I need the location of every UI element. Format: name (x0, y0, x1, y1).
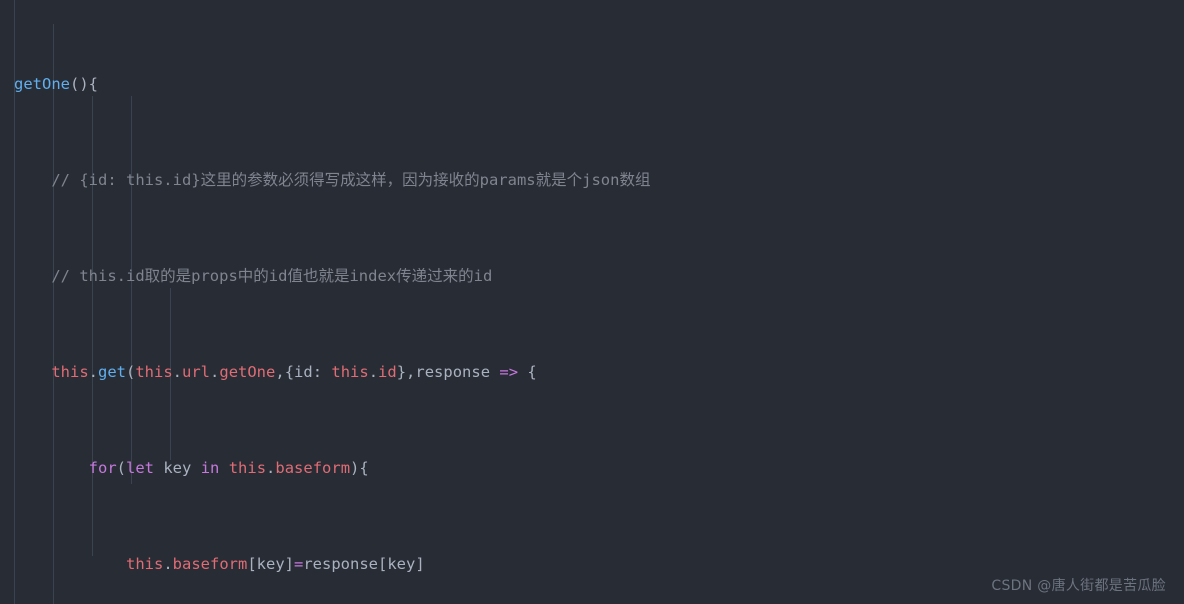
token-punctuation: ( (126, 363, 136, 381)
token-punctuation: }, (396, 363, 416, 381)
token-punctuation: ( (116, 459, 126, 477)
token-variable: this (135, 363, 173, 381)
code-line[interactable]: // this.id取的是props中的id值也就是index传递过来的id (0, 264, 1184, 288)
token-variable: this (228, 459, 267, 477)
token-variable: key (387, 555, 416, 573)
token-punctuation: [ (378, 555, 388, 573)
token-variable: key (256, 555, 285, 573)
token-variable: response (303, 555, 378, 573)
token-function: getOne (14, 75, 70, 93)
token-comment: // {id: this.id}这里的参数必须得写成这样，因为接收的params… (51, 171, 651, 189)
token-punctuation: . (368, 363, 379, 381)
token-variable: this (51, 363, 89, 381)
code-line[interactable]: for(let key in this.baseform){ (0, 456, 1184, 480)
token-variable: key (163, 459, 192, 477)
code-line[interactable]: this.baseform[key]=response[key] (0, 552, 1184, 576)
token-variable: this (125, 555, 164, 573)
token-comment: // this.id取的是props中的id值也就是index传递过来的id (51, 267, 493, 285)
token-punctuation: { (518, 363, 537, 381)
token-keyword: let (126, 459, 154, 477)
token-punctuation: [ (247, 555, 257, 573)
token-property: baseform (275, 459, 351, 477)
token-punctuation: . (163, 555, 173, 573)
token-property: baseform (172, 555, 248, 573)
token-parameter: response (415, 363, 491, 381)
token-punctuation: ] (284, 555, 294, 573)
code-line[interactable]: // {id: this.id}这里的参数必须得写成这样，因为接收的params… (0, 168, 1184, 192)
token-property: getOne (219, 363, 276, 381)
code-line[interactable]: getOne(){ (0, 72, 1184, 96)
token-keyword: in (200, 459, 220, 477)
token-operator: => (499, 363, 519, 381)
token-punctuation: . (266, 459, 276, 477)
token-key: id (294, 363, 313, 381)
token-punctuation: : (312, 363, 332, 381)
token-punctuation: (){ (70, 75, 98, 93)
token-method: get (98, 363, 126, 381)
csdn-watermark: CSDN @唐人街都是苦瓜脸 (991, 578, 1166, 594)
token-variable: this (331, 363, 369, 381)
token-property: id (378, 363, 397, 381)
token-punctuation: . (172, 363, 183, 381)
token-punctuation: ){ (350, 459, 369, 477)
token-punctuation: . (88, 363, 98, 381)
code-content[interactable]: getOne(){ // {id: this.id}这里的参数必须得写成这样，因… (0, 0, 1184, 604)
code-line[interactable]: this.get(this.url.getOne,{id: this.id},r… (0, 360, 1184, 384)
token-punctuation: . (210, 363, 220, 381)
token-operator: = (294, 555, 304, 573)
code-editor[interactable]: getOne(){ // {id: this.id}这里的参数必须得写成这样，因… (0, 0, 1184, 604)
token-punctuation: ,{ (275, 363, 295, 381)
token-keyword: for (88, 459, 117, 477)
token-property: url (182, 363, 211, 381)
token-punctuation: ] (415, 555, 425, 573)
